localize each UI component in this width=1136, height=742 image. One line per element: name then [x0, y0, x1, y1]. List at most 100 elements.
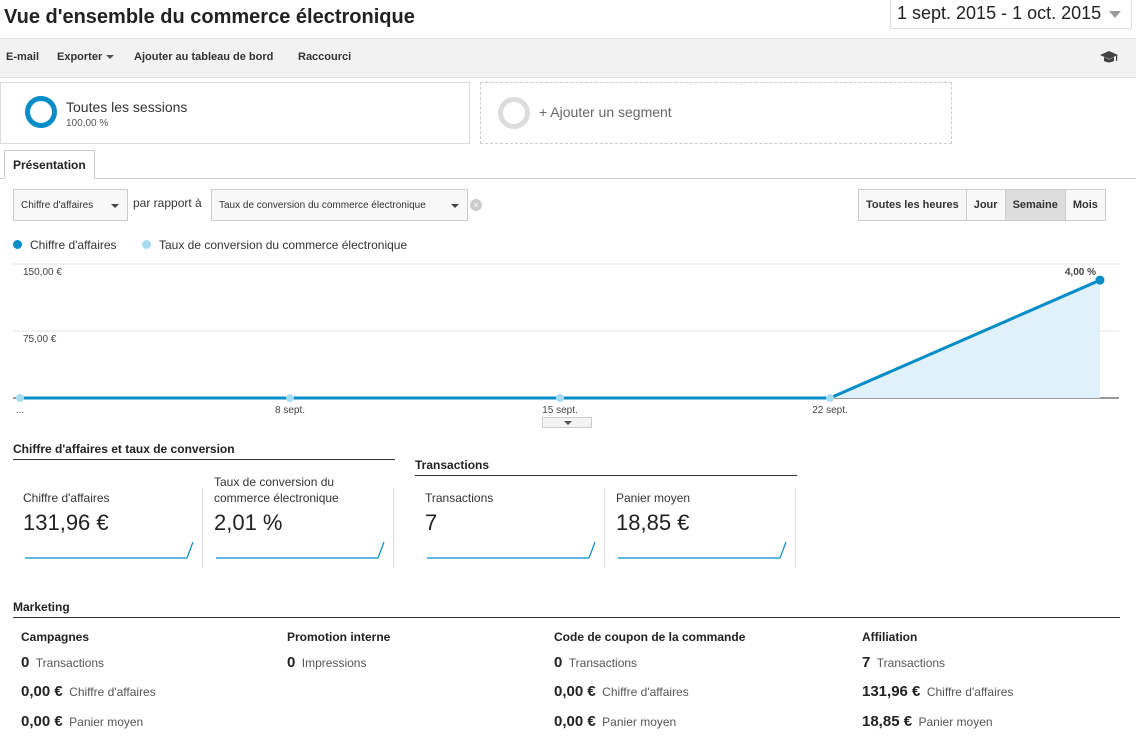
marketing-value: 0	[554, 654, 563, 671]
scorecard-label: Transactions	[425, 491, 494, 505]
scorecard-value: 131,96 €	[23, 510, 109, 535]
marketing-label: Panier moyen	[69, 715, 144, 729]
marketing-column-title: Affiliation	[862, 630, 918, 644]
segment-percentage: 100,00 %	[66, 118, 109, 129]
card-divider	[202, 488, 203, 568]
series2-area	[20, 280, 1100, 398]
date-range-text: 1 sept. 2015 - 1 oct. 2015	[897, 3, 1102, 23]
scorecard-value: 7	[425, 510, 438, 535]
chevron-down-icon	[451, 204, 459, 208]
marketing-value: 0	[287, 654, 296, 671]
marketing-row[interactable]: 0 Transactions	[21, 654, 104, 672]
interval-selector: Toutes les heures Jour Semaine Mois	[858, 189, 1106, 221]
marketing-internal-promotion: Promotion interne 0 Impressions	[287, 630, 390, 671]
metric1-value: Chiffre d'affaires	[21, 200, 94, 211]
marketing-value: 18,85 €	[862, 713, 913, 730]
marketing-label: Chiffre d'affaires	[69, 685, 156, 699]
marketing-value: 131,96 €	[862, 683, 921, 700]
scorecard-revenue[interactable]: Chiffre d'affaires 131,96 €	[13, 476, 203, 568]
section-transactions-title: Transactions	[415, 458, 797, 476]
marketing-label: Chiffre d'affaires	[602, 685, 689, 699]
marketing-label: Transactions	[35, 656, 105, 670]
marketing-row[interactable]: 7 Transactions	[862, 654, 945, 672]
interval-day-button[interactable]: Jour	[965, 190, 1005, 220]
email-button[interactable]: E-mail	[6, 51, 39, 63]
marketing-affiliation: Affiliation 7 Transactions 131,96 € Chif…	[862, 630, 1013, 730]
series2-point	[286, 394, 294, 402]
scorecard-value: 2,01 %	[214, 510, 283, 535]
sparkline	[216, 541, 385, 559]
sparkline	[25, 541, 194, 559]
legend-series1: Chiffre d'affaires	[13, 238, 117, 252]
sparkline	[618, 541, 787, 559]
interval-hourly-button[interactable]: Toutes les heures	[859, 190, 966, 220]
segment-ring-icon	[498, 97, 530, 129]
scorecard-conversion-rate[interactable]: Taux de conversion du commerce électroni…	[204, 475, 394, 568]
scorecard-label: Panier moyen	[616, 491, 691, 505]
marketing-row[interactable]: 0,00 € Chiffre d'affaires	[554, 683, 689, 701]
metric2-select[interactable]: Taux de conversion du commerce électroni…	[211, 189, 468, 221]
scorecard-label: Taux de conversion du commerce électroni…	[214, 475, 339, 505]
card-divider	[604, 488, 605, 568]
marketing-row[interactable]: 0,00 € Chiffre d'affaires	[21, 683, 156, 701]
interval-month-button[interactable]: Mois	[1064, 190, 1105, 220]
marketing-row[interactable]: 0 Impressions	[287, 654, 366, 672]
marketing-value: 0,00 €	[21, 683, 63, 700]
marketing-row[interactable]: 0,00 € Panier moyen	[21, 713, 143, 731]
section-revenue-conversion-title: Chiffre d'affaires et taux de conversion	[13, 442, 395, 460]
chevron-down-icon	[1109, 11, 1121, 18]
marketing-row[interactable]: 0,00 € Panier moyen	[554, 713, 676, 731]
series2-point	[826, 394, 834, 402]
chart-expander-button[interactable]	[542, 417, 592, 428]
legend-dot-icon	[142, 240, 151, 249]
marketing-coupon-code: Code de coupon de la commande 0 Transact…	[554, 630, 745, 730]
marketing-label: Panier moyen	[918, 715, 993, 729]
shortcut-button[interactable]: Raccourci	[298, 51, 351, 63]
x-tick-label: 8 sept.	[275, 405, 305, 416]
y-tick-label-right: 4,00 %	[1065, 267, 1096, 278]
legend-series2: Taux de conversion du commerce électroni…	[142, 238, 407, 252]
close-icon[interactable]: ×	[470, 199, 482, 211]
x-tick-label: ...	[16, 405, 24, 416]
marketing-campaigns: Campagnes 0 Transactions 0,00 € Chiffre …	[21, 630, 156, 730]
add-segment-button[interactable]: + Ajouter un segment	[480, 82, 952, 144]
scorecard-average-order[interactable]: Panier moyen 18,85 €	[606, 476, 796, 568]
add-segment-label: + Ajouter un segment	[539, 104, 672, 120]
tab-overview[interactable]: Présentation	[4, 150, 95, 179]
versus-label: par rapport à	[133, 196, 202, 210]
page-title: Vue d'ensemble du commerce électronique	[4, 6, 415, 28]
sparkline	[427, 541, 596, 559]
x-tick-label: 15 sept.	[542, 405, 578, 416]
marketing-label: Transactions	[876, 656, 946, 670]
add-to-dashboard-button[interactable]: Ajouter au tableau de bord	[134, 51, 273, 63]
chevron-down-icon	[106, 55, 115, 60]
line-chart: 150,00 €75,00 €4,00 %2,00 %...8 sept.15 …	[13, 263, 1119, 416]
marketing-row[interactable]: 18,85 € Panier moyen	[862, 713, 993, 731]
marketing-row[interactable]: 131,96 € Chiffre d'affaires	[862, 683, 1013, 701]
series2-point	[556, 394, 564, 402]
series1-point	[1095, 275, 1105, 285]
report-toolbar: E-mail Exporter Ajouter au tableau de bo…	[0, 38, 1136, 78]
legend-series2-label: Taux de conversion du commerce électroni…	[159, 238, 408, 252]
tab-divider	[0, 178, 1136, 179]
legend-dot-icon	[13, 240, 22, 249]
segment-all-sessions[interactable]: Toutes les sessions 100,00 %	[0, 82, 470, 144]
marketing-value: 0,00 €	[21, 713, 63, 730]
marketing-row[interactable]: 0 Transactions	[554, 654, 637, 672]
x-tick-label: 22 sept.	[812, 405, 848, 416]
chevron-down-icon	[111, 204, 119, 208]
marketing-title: Marketing	[13, 600, 1120, 618]
scorecard-transactions[interactable]: Transactions 7	[415, 476, 605, 568]
y-tick-label: 150,00 €	[23, 267, 62, 278]
metric1-select[interactable]: Chiffre d'affaires	[13, 189, 128, 221]
export-button[interactable]: Exporter	[57, 51, 115, 63]
marketing-value: 0,00 €	[554, 713, 596, 730]
graduation-cap-icon[interactable]	[1100, 49, 1118, 65]
marketing-column-title: Campagnes	[21, 630, 90, 644]
marketing-value: 0	[21, 654, 30, 671]
date-range-picker[interactable]: 1 sept. 2015 - 1 oct. 2015	[890, 0, 1132, 29]
scorecard-value: 18,85 €	[616, 510, 690, 535]
interval-week-button[interactable]: Semaine	[1004, 190, 1065, 220]
marketing-value: 7	[862, 654, 871, 671]
card-divider	[393, 488, 394, 568]
